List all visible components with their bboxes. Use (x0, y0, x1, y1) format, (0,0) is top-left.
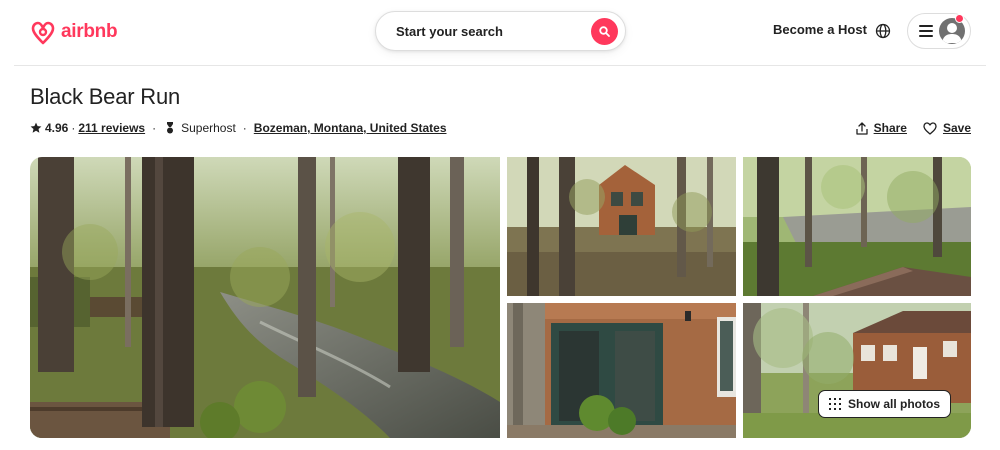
search-icon (599, 26, 610, 37)
creek-through-woods-photo[interactable] (30, 157, 500, 438)
location-link[interactable]: Bozeman, Montana, United States (254, 121, 447, 135)
airbnb-logo-icon (31, 21, 55, 45)
heart-icon (923, 121, 937, 135)
cabin-entrance-photo[interactable] (507, 303, 736, 438)
search-bar[interactable]: Start your search (375, 11, 626, 51)
header-divider (14, 65, 986, 66)
notification-dot (955, 14, 964, 23)
search-button[interactable] (591, 18, 618, 45)
listing-title: Black Bear Run (30, 84, 181, 109)
hamburger-menu-icon (919, 25, 933, 37)
superhost-label: Superhost (181, 121, 236, 135)
superhost-medal-icon (167, 122, 174, 134)
star-icon (30, 122, 42, 133)
listing-actions: Share Save (855, 119, 971, 137)
cabin-in-trees-photo[interactable] (507, 157, 736, 296)
save-button[interactable]: Save (923, 121, 971, 135)
brand-wordmark: airbnb (61, 21, 118, 42)
share-label: Share (873, 121, 907, 135)
top-header: airbnb Start your search Become a Host (0, 0, 1000, 66)
airbnb-logo[interactable]: airbnb (30, 18, 118, 46)
share-button[interactable]: Share (855, 121, 907, 135)
show-all-photos-button[interactable]: Show all photos (818, 390, 951, 418)
search-label: Start your search (396, 24, 503, 39)
rating-value: 4.96 (45, 121, 69, 135)
share-icon (855, 121, 868, 135)
creek-and-roof-photo[interactable] (743, 157, 971, 296)
save-label: Save (942, 121, 971, 135)
show-all-photos-label: Show all photos (848, 397, 940, 411)
rating-separator: · (71, 121, 76, 135)
meta-separator: · (152, 121, 157, 135)
become-host-link[interactable]: Become a Host (773, 22, 867, 37)
globe-icon[interactable] (875, 23, 891, 39)
reviews-link[interactable]: 211 reviews (78, 121, 145, 135)
listing-meta: 4.96 · 211 reviews · Superhost · Bozeman… (30, 119, 447, 137)
meta-separator: · (242, 121, 247, 135)
grid-dots-icon (829, 398, 841, 410)
